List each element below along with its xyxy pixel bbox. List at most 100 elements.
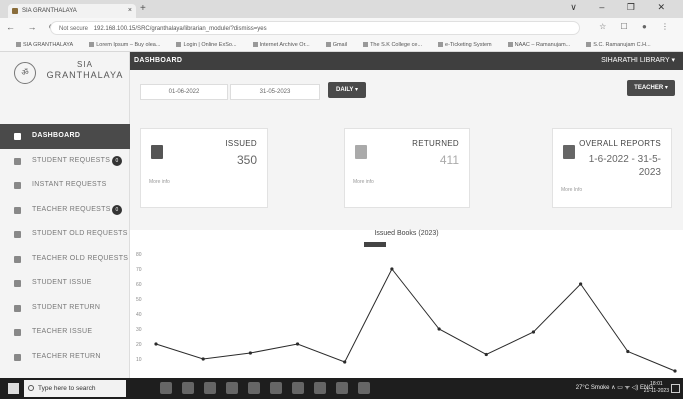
bookmark-item[interactable]: Gmail [318,42,347,48]
window-controls[interactable]: ∨ – ❐ ✕ [570,2,675,13]
returned-more-link[interactable]: More info [353,179,374,185]
bookmark-item[interactable]: Internet Archive Or... [245,42,310,48]
returned-title: RETURNED [412,139,459,148]
sidebar-item-label: STUDENT RETURN [32,303,101,311]
sidebar-item-label: STUDENT OLD REQUESTS [32,230,128,237]
data-point[interactable] [295,342,300,346]
bookmark-icon [16,42,21,48]
overall-more-link[interactable]: More Info [561,187,582,193]
y-tick-label: 50 [136,297,142,303]
chart-legend-swatch[interactable] [364,242,386,247]
sidebar: ॐ SIA GRANTHALAYA DASHBOARD STUDENT REQUE… [0,52,130,378]
data-point[interactable] [531,330,536,334]
stat-cards: ISSUED 350 More info RETURNED 411 More i… [130,128,683,212]
period-dropdown[interactable]: DAILY ▾ [328,82,366,98]
y-tick-label: 70 [136,267,142,273]
sidebar-item-teacher-old-requests[interactable]: TEACHER OLD REQUESTS [0,247,130,272]
sidebar-item-student-return[interactable]: STUDENT RETURN [0,296,130,321]
sidebar-item-student-old-requests[interactable]: STUDENT OLD REQUESTS [0,222,130,247]
app-icon[interactable] [314,382,326,394]
data-point[interactable] [484,352,488,357]
return-icon [14,304,21,312]
overall-value: 1-6-2022 - 31-5-2023 [588,154,661,178]
bookmark-label: Lorem Ipsum – Buy olea... [96,42,161,48]
clock[interactable]: 18:01 21-11-2023 [644,381,669,395]
brand[interactable]: ॐ SIA GRANTHALAYA [0,52,130,122]
data-point[interactable] [437,327,441,331]
data-point[interactable] [154,342,158,346]
address-bar-icons[interactable]: ☆ ☐ ● ⋮ [599,22,675,31]
bookmark-icon [89,42,95,48]
y-tick-label: 40 [136,312,142,318]
bookmark-label: e-Ticketing System [445,42,492,48]
new-tab-button[interactable]: + [140,3,146,14]
chrome-icon[interactable] [204,382,216,394]
sidebar-item-student-issue[interactable]: STUDENT ISSUE [0,271,130,296]
address-bar[interactable]: Not secure 192.168.100.15/SRC/granthalay… [50,21,580,35]
sidebar-item-teacher-issue[interactable]: TEACHER ISSUE [0,320,130,345]
not-secure-label[interactable]: Not secure [59,26,88,32]
edge-icon[interactable] [182,382,194,394]
search-icon [28,385,34,391]
sidebar-item-student-requests[interactable]: STUDENT REQUESTS 0 [0,149,130,174]
address-row: ← → ⟳ Not secure 192.168.100.15/SRC/gran… [0,18,683,38]
app-root: ॐ SIA GRANTHALAYA DASHBOARD STUDENT REQUE… [0,52,683,378]
app-icon[interactable] [336,382,348,394]
role-dropdown[interactable]: TEACHER ▾ [627,80,675,96]
brand-line2: GRANTHALAYA [46,70,124,80]
data-point[interactable] [343,360,347,364]
hand-icon [14,182,21,189]
bookmarks-bar: SIA GRANTHALAYA Lorem Ipsum – Buy olea...… [0,38,683,52]
bookmark-icon [586,42,592,48]
system-tray[interactable]: 27°C Smoke ∧ ▭ ᯤ ◁) ENG [576,378,653,399]
y-tick-label: 10 [136,357,142,363]
data-point[interactable] [390,267,394,271]
clock-time: 18:01 [650,381,663,387]
sidebar-item-dashboard[interactable]: DASHBOARD [0,124,130,149]
windows-start-icon[interactable] [8,383,19,394]
logo-icon: ॐ [14,62,36,84]
user-menu[interactable]: SIHARATHI LIBRARY ▾ [601,52,675,70]
issued-more-link[interactable]: More info [149,179,170,185]
data-point[interactable] [579,282,583,286]
overall-title: OVERALL REPORTS [579,139,661,148]
list-icon [14,206,21,214]
bookmark-item[interactable]: S.C. Ramanujam C.H... [578,42,651,48]
series-line [155,268,676,372]
sidebar-item-label: TEACHER OLD REQUESTS [32,254,129,262]
taskbar-search[interactable]: Type here to search [24,380,126,397]
windows-taskbar: Type here to search 27°C Smoke ∧ ▭ ᯤ ◁) … [0,378,683,399]
sidebar-item-label: TEACHER REQUESTS [32,205,111,213]
issued-card: ISSUED 350 More info [140,128,268,208]
date-to-input[interactable]: 31-05-2023 [230,84,320,100]
bookmark-item[interactable]: Login | Online ExSo... [168,42,237,48]
list-icon [14,157,21,165]
sidebar-item-teacher-return[interactable]: TEACHER RETURN [0,345,130,370]
bookmark-item[interactable]: e-Ticketing System [430,42,492,48]
app-icon[interactable] [270,382,282,394]
store-icon[interactable] [226,382,238,394]
bookmark-item[interactable]: Lorem Ipsum – Buy olea... [81,42,160,48]
tab-title: SIA GRANTHALAYA [22,8,77,14]
explorer-icon[interactable] [160,382,172,394]
data-point[interactable] [248,351,252,355]
return-icon [14,353,21,361]
date-from-input[interactable]: 01-06-2022 [140,84,228,100]
sidebar-item-teacher-requests[interactable]: TEACHER REQUESTS 0 [0,198,130,223]
bookmark-item[interactable]: NAAC – Ramanujam... [500,42,570,48]
sidebar-item-instant-requests[interactable]: INSTANT REQUESTS [0,173,130,198]
book-icon [151,145,163,159]
bookmark-item[interactable]: The S.K College ce... [355,42,422,48]
data-point[interactable] [626,349,630,354]
data-point[interactable] [673,369,677,373]
tab-close-icon[interactable]: × [128,4,132,18]
browser-tab[interactable]: SIA GRANTHALAYA × [8,4,136,18]
data-point[interactable] [201,357,205,361]
notifications-icon[interactable] [671,384,680,393]
mail-icon[interactable] [248,382,260,394]
app-icon[interactable] [358,382,370,394]
bookmark-item[interactable]: SIA GRANTHALAYA [8,42,73,48]
sidebar-item-label: STUDENT REQUESTS [32,156,111,164]
filters: 01-06-2022 31-05-2023 DAILY ▾ TEACHER ▾ [130,70,683,108]
app-icon[interactable] [292,382,304,394]
